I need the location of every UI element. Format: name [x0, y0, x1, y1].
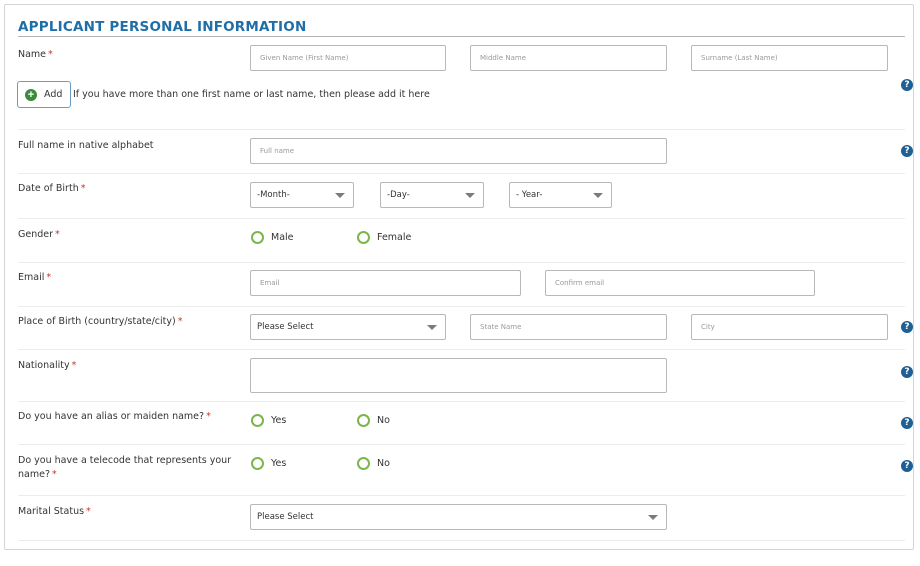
telecode-no-label: No [377, 458, 390, 469]
radio-circle-icon [357, 414, 370, 427]
telecode-label-line2: name? [18, 469, 50, 480]
marital-status-value: Please Select [257, 512, 314, 522]
required-mark: * [51, 469, 57, 480]
birth-country-select[interactable]: Please Select [250, 314, 446, 340]
dob-label-text: Date of Birth [18, 183, 79, 194]
name-help-icon[interactable]: ? [901, 79, 913, 91]
email-label-text: Email [18, 272, 45, 283]
telecode-help-icon[interactable]: ? [901, 460, 913, 472]
chevron-down-icon [648, 515, 658, 520]
plus-circle-icon: + [25, 88, 37, 101]
telecode-no-radio[interactable]: No [357, 457, 390, 470]
telecode-label-line1: Do you have a telecode that represents y… [18, 455, 232, 466]
chevron-down-icon [427, 325, 437, 330]
telecode-yes-radio[interactable]: Yes [251, 457, 286, 470]
given-name-input[interactable]: Given Name (First Name) [250, 45, 446, 71]
dob-label: Date of Birth * [18, 182, 85, 196]
form-panel: APPLICANT PERSONAL INFORMATION Name * Giv… [4, 4, 914, 550]
surname-input[interactable]: Surname (Last Name) [691, 45, 888, 71]
gender-male-radio[interactable]: Male [251, 231, 294, 244]
nationality-label-text: Nationality [18, 360, 70, 371]
dob-day-select[interactable]: -Day- [380, 182, 484, 208]
required-mark: * [177, 316, 183, 327]
birth-country-value: Please Select [257, 322, 314, 332]
row-telecode: Do you have a telecode that represents y… [18, 445, 905, 496]
alias-no-label: No [377, 415, 390, 426]
add-name-button[interactable]: + Add [17, 81, 71, 108]
required-mark: * [71, 360, 77, 371]
native-name-help-icon[interactable]: ? [901, 145, 913, 157]
marital-label-text: Marital Status [18, 506, 85, 517]
row-gender: Gender * [18, 219, 905, 263]
name-label-text: Name [18, 49, 47, 60]
required-mark: * [46, 272, 52, 283]
nationality-help-icon[interactable]: ? [901, 366, 913, 378]
gender-female-radio[interactable]: Female [357, 231, 411, 244]
marital-label: Marital Status * [18, 505, 91, 519]
native-name-label: Full name in native alphabet [18, 140, 154, 151]
row-alias: Do you have an alias or maiden name? * [18, 402, 905, 445]
name-label: Name * [18, 48, 53, 62]
gender-female-label: Female [377, 232, 412, 243]
birth-state-input[interactable]: State Name [470, 314, 667, 340]
birth-city-input[interactable]: City [691, 314, 888, 340]
dob-month-value: -Month- [257, 190, 290, 200]
telecode-label: Do you have a telecode that represents y… [18, 454, 231, 482]
dob-year-value: - Year- [516, 190, 543, 200]
chevron-down-icon [593, 193, 603, 198]
dob-year-select[interactable]: - Year- [509, 182, 612, 208]
middle-name-input[interactable]: Middle Name [470, 45, 667, 71]
native-name-input[interactable]: Full name [250, 138, 667, 164]
required-mark: * [48, 49, 53, 60]
alias-help-icon[interactable]: ? [901, 417, 913, 429]
radio-circle-icon [251, 457, 264, 470]
required-mark: * [86, 506, 91, 517]
gender-label-text: Gender [18, 229, 54, 240]
alias-yes-label: Yes [271, 415, 287, 426]
birthplace-label: Place of Birth (country/state/city) * [18, 315, 182, 329]
gender-label: Gender * [18, 228, 60, 242]
birthplace-label-text: Place of Birth (country/state/city) [18, 316, 176, 327]
radio-circle-icon [357, 231, 370, 244]
chevron-down-icon [335, 193, 345, 198]
gender-male-label: Male [271, 232, 294, 243]
chevron-down-icon [465, 193, 475, 198]
nationality-input[interactable] [250, 358, 667, 393]
telecode-yes-label: Yes [271, 458, 287, 469]
nationality-label: Nationality * [18, 359, 76, 373]
alias-label-text: Do you have an alias or maiden name? [18, 411, 205, 422]
radio-circle-icon [251, 231, 264, 244]
radio-circle-icon [357, 457, 370, 470]
dob-month-select[interactable]: -Month- [250, 182, 354, 208]
add-name-hint: If you have more than one first name or … [73, 89, 430, 100]
alias-yes-radio[interactable]: Yes [251, 414, 286, 427]
add-button-label: Add [44, 89, 63, 100]
radio-circle-icon [251, 414, 264, 427]
dob-day-value: -Day- [387, 190, 410, 200]
confirm-email-input[interactable]: Confirm email [545, 270, 815, 296]
section-title: APPLICANT PERSONAL INFORMATION [18, 19, 307, 35]
birthplace-help-icon[interactable]: ? [901, 321, 913, 333]
title-divider [18, 36, 905, 37]
required-mark: * [55, 229, 60, 240]
alias-label: Do you have an alias or maiden name? * [18, 410, 211, 424]
required-mark: * [206, 411, 211, 422]
email-input[interactable]: Email [250, 270, 521, 296]
alias-no-radio[interactable]: No [357, 414, 390, 427]
required-mark: * [80, 183, 86, 194]
marital-status-select[interactable]: Please Select [250, 504, 667, 530]
email-label: Email * [18, 271, 51, 285]
